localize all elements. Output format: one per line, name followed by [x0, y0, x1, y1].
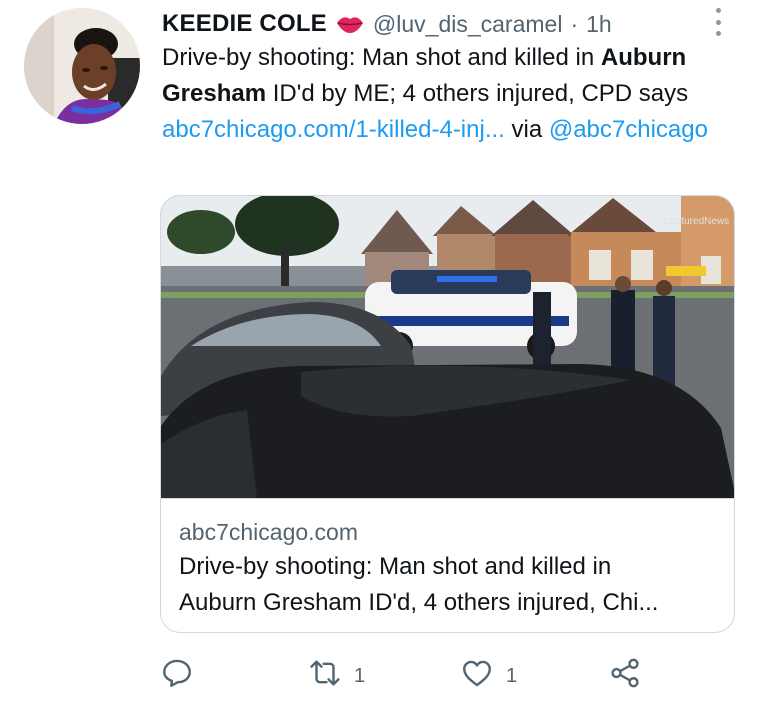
avatar[interactable] — [24, 8, 140, 124]
heart-icon — [460, 656, 494, 696]
timestamp[interactable]: 1h — [586, 11, 612, 38]
tweet-text: Drive-by shooting: Man shot and killed i… — [162, 40, 732, 148]
tweet-text-part: Drive-by shooting: Man shot and killed i… — [162, 44, 601, 71]
mention-link[interactable]: @abc7chicago — [549, 116, 708, 143]
display-name[interactable]: KEEDIE COLE — [162, 10, 327, 38]
card-domain: abc7chicago.com — [179, 519, 358, 545]
tweet-link[interactable]: abc7chicago.com/1-killed-4-inj... — [162, 116, 505, 143]
action-bar: 1 1 — [160, 656, 660, 696]
reply-button[interactable] — [160, 656, 206, 696]
like-count: 1 — [506, 664, 518, 687]
tweet-text-part: via — [504, 116, 549, 143]
retweet-count: 1 — [354, 664, 366, 687]
share-icon — [608, 656, 642, 696]
separator-dot: · — [570, 10, 579, 37]
more-vertical-icon[interactable] — [710, 6, 726, 38]
like-button[interactable]: 1 — [460, 656, 517, 696]
tweet-header: KEEDIE COLE @luv_dis_caramel · 1h — [162, 6, 612, 42]
card-image: CapturedNews — [161, 196, 734, 498]
card-title-line-1: Drive-by shooting: Man shot and killed i… — [179, 553, 612, 580]
retweet-button[interactable]: 1 — [308, 656, 365, 696]
retweet-icon — [308, 656, 342, 696]
reply-icon — [160, 656, 194, 696]
lips-emoji-icon — [335, 13, 365, 35]
link-card[interactable]: CapturedNews abc7chicago.com Drive-by sh… — [160, 195, 735, 633]
card-title-line-2: Auburn Gresham ID'd, 4 others injured, C… — [179, 589, 659, 616]
card-meta: abc7chicago.com Drive-by shooting: Man s… — [161, 498, 734, 632]
tweet-text-part: ID'd by ME; 4 others injured, CPD says — [266, 80, 689, 107]
card-image-watermark: CapturedNews — [663, 216, 729, 227]
user-handle[interactable]: @luv_dis_caramel — [373, 11, 563, 38]
share-button[interactable] — [608, 656, 642, 696]
avatar-photo — [24, 8, 140, 124]
